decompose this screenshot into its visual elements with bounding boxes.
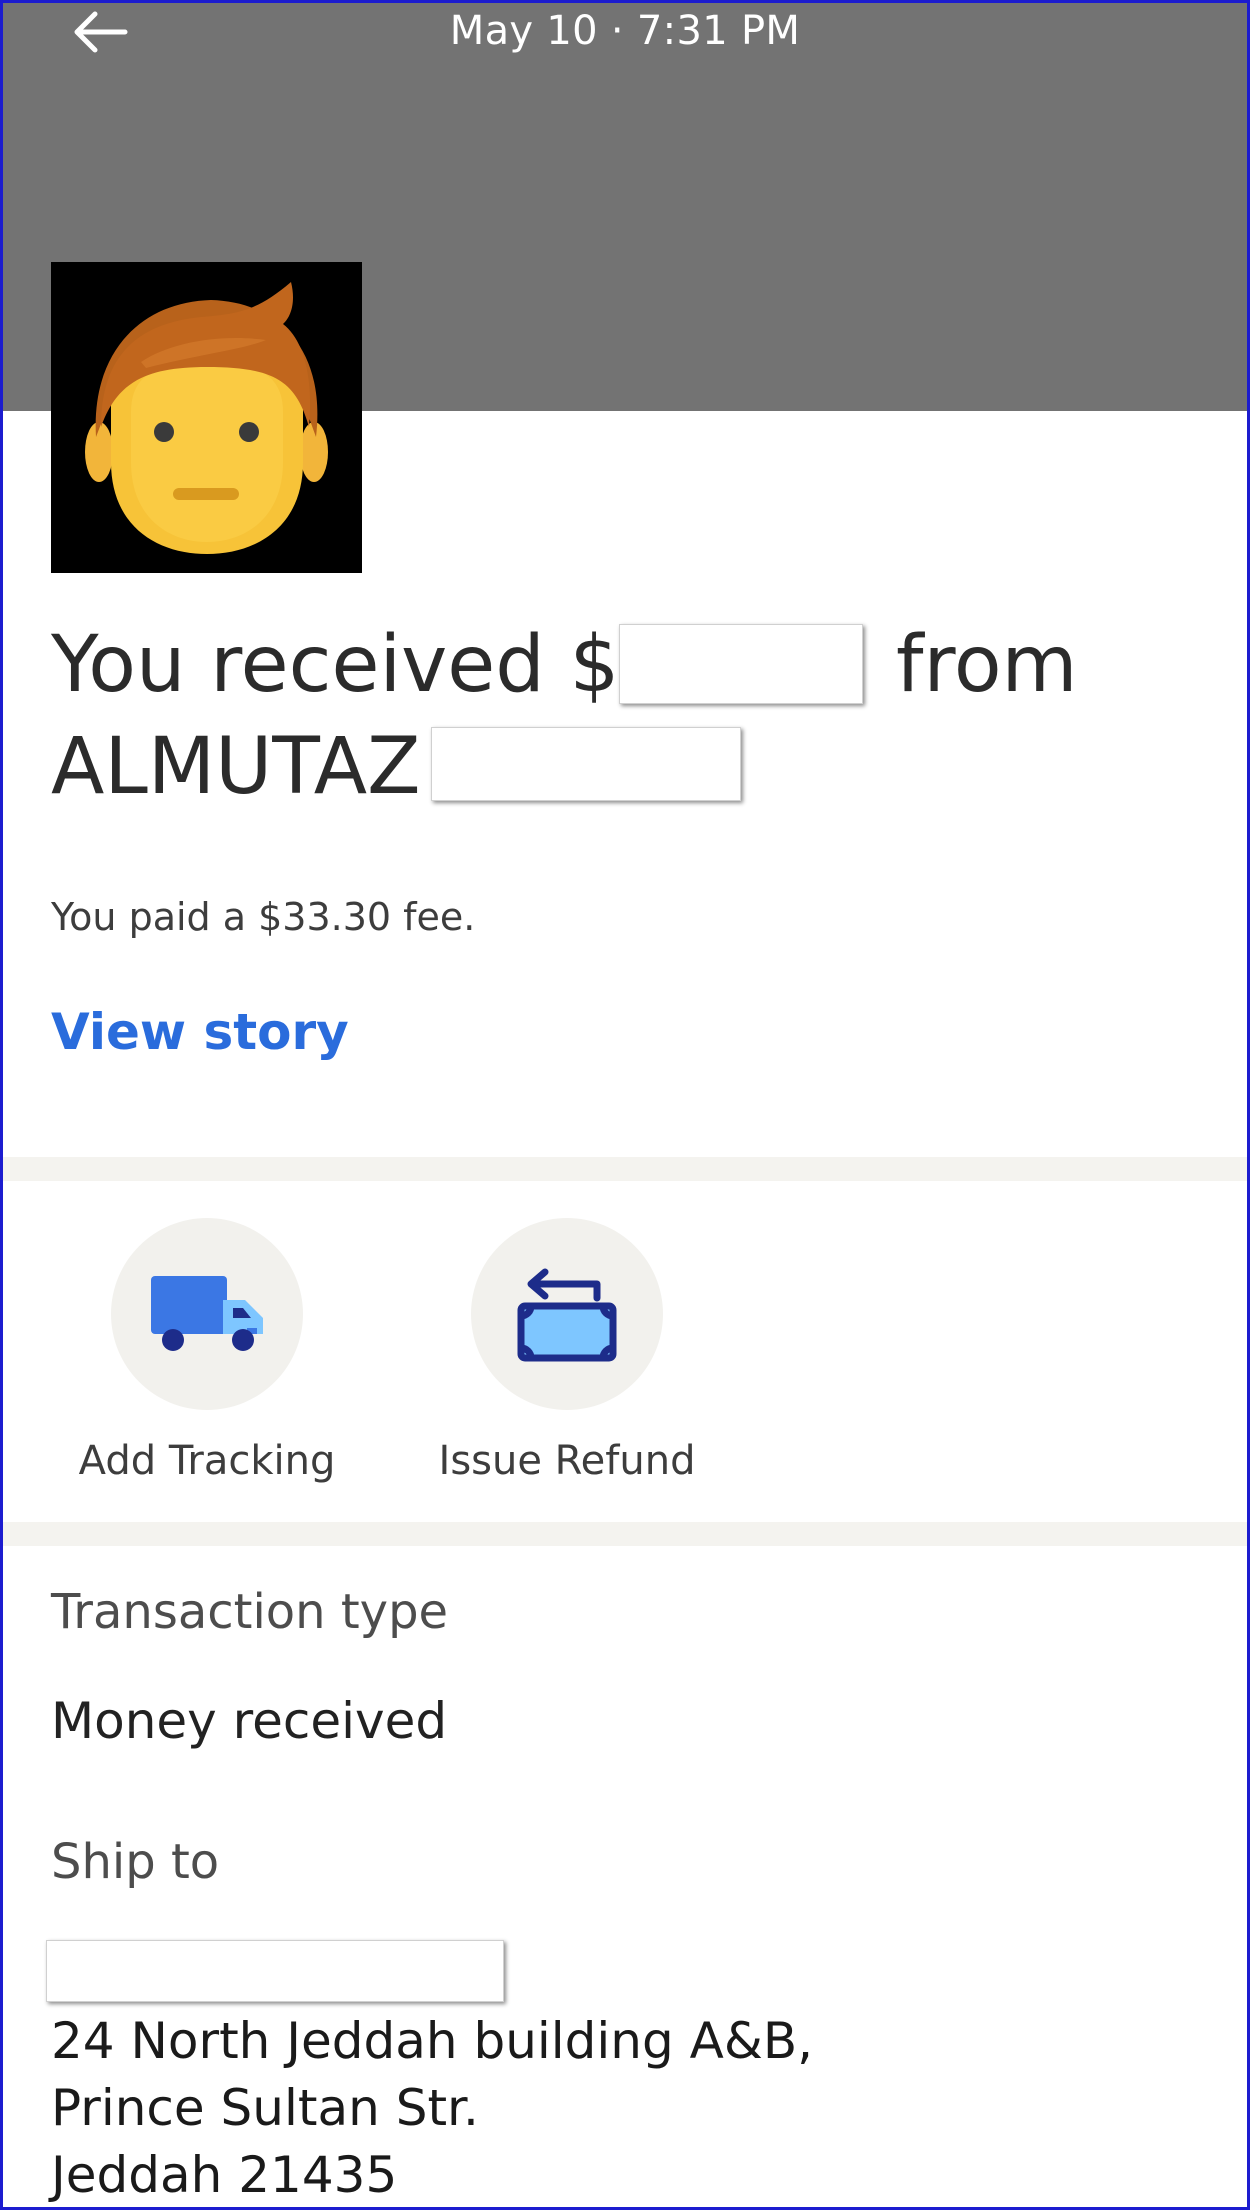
person-face-avatar-icon bbox=[85, 282, 328, 554]
transaction-type-label: Transaction type bbox=[51, 1584, 449, 1640]
transaction-date-time: May 10 · 7:31 PM bbox=[449, 8, 801, 54]
received-headline: You received $ from ALMUTAZ bbox=[51, 614, 1201, 818]
section-divider bbox=[0, 1522, 1250, 1546]
truck-icon bbox=[151, 1276, 263, 1351]
address-line: Prince Sultan Str. bbox=[51, 2079, 479, 2137]
add-tracking-icon-circle bbox=[111, 1218, 303, 1410]
fee-text: You paid a $33.30 fee. bbox=[51, 895, 476, 939]
received-prefix: You received $ bbox=[51, 620, 620, 710]
redacted-sender-surname bbox=[430, 726, 741, 801]
section-divider bbox=[0, 1157, 1250, 1181]
ship-to-label: Ship to bbox=[51, 1834, 220, 1890]
address-line: 24 North Jeddah building A&B, bbox=[51, 2012, 814, 2070]
view-story-link[interactable]: View story bbox=[51, 1003, 349, 1061]
add-tracking-label: Add Tracking bbox=[78, 1438, 336, 1484]
transaction-type-value: Money received bbox=[51, 1692, 448, 1750]
sender-name: ALMUTAZ bbox=[51, 722, 421, 812]
redacted-amount bbox=[619, 623, 864, 704]
issue-refund-label: Issue Refund bbox=[438, 1438, 696, 1484]
refund-money-icon bbox=[517, 1268, 617, 1362]
redacted-recipient-name bbox=[46, 1940, 504, 2002]
shipping-address: 24 North Jeddah building A&B, Prince Sul… bbox=[51, 2008, 813, 2209]
issue-refund-button[interactable]: Issue Refund bbox=[437, 1218, 697, 1484]
issue-refund-icon-circle bbox=[471, 1218, 663, 1410]
avatar bbox=[51, 262, 362, 573]
add-tracking-button[interactable]: Add Tracking bbox=[77, 1218, 337, 1484]
address-line: Jeddah 21435 bbox=[51, 2146, 398, 2204]
from-word: from bbox=[896, 620, 1078, 710]
